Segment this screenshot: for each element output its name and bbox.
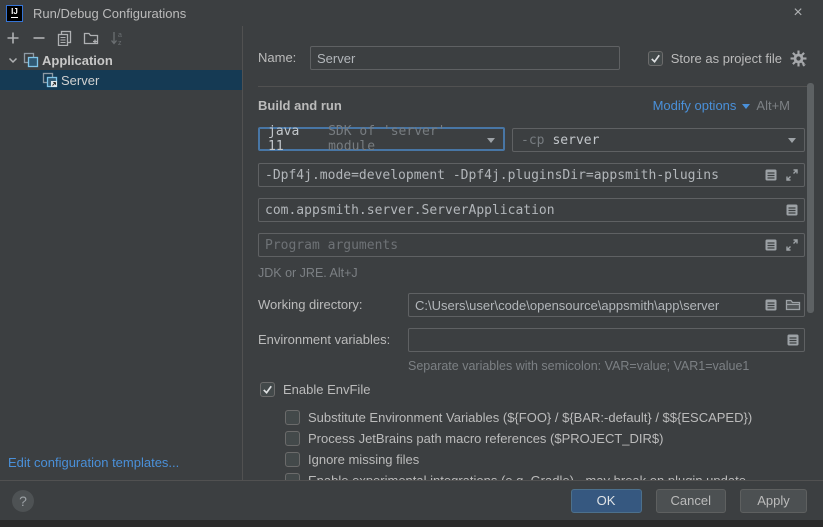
substitute-env-vars-label: Substitute Environment Variables (${FOO}…	[308, 410, 752, 425]
environment-variables-input[interactable]	[408, 328, 805, 352]
enable-envfile-row: Enable EnvFile	[260, 382, 370, 397]
store-as-project-file-label: Store as project file	[671, 51, 782, 66]
cancel-button[interactable]: Cancel	[656, 489, 726, 513]
ignore-missing-files-row: Ignore missing files	[285, 452, 419, 467]
working-directory-input[interactable]	[408, 293, 805, 317]
sidebar-item-application-group[interactable]: Application	[0, 50, 242, 70]
intellij-logo-icon: IJ	[6, 5, 23, 22]
experimental-integrations-label: Enable experimental integrations (e.g. G…	[308, 473, 746, 480]
vertical-scrollbar-thumb[interactable]	[807, 83, 814, 313]
dialog-footer: ? OK Cancel Apply	[0, 480, 823, 520]
help-button[interactable]: ?	[12, 490, 34, 512]
svg-text:z: z	[118, 40, 122, 46]
store-as-project-file-checkbox[interactable]	[648, 51, 663, 66]
sort-configurations-icon[interactable]: az	[109, 30, 125, 46]
store-as-project-file-row: Store as project file	[648, 50, 807, 67]
background-window-strip	[0, 520, 823, 527]
dialog-title: Run/Debug Configurations	[33, 6, 186, 21]
name-input[interactable]	[310, 46, 620, 70]
browse-folder-icon[interactable]	[785, 297, 801, 313]
gear-icon[interactable]	[790, 50, 807, 67]
enable-envfile-label: Enable EnvFile	[283, 382, 370, 397]
section-divider	[258, 86, 807, 87]
experimental-integrations-row: Enable experimental integrations (e.g. G…	[285, 473, 746, 480]
svg-text:a: a	[118, 32, 122, 39]
sidebar-toolbar: az	[0, 26, 242, 50]
expand-window-icon[interactable]	[784, 237, 800, 253]
expand-field-icon[interactable]	[784, 202, 800, 218]
path-macro-label: Process JetBrains path macro references …	[308, 431, 663, 446]
enable-envfile-checkbox[interactable]	[260, 382, 275, 397]
edit-configuration-templates-link[interactable]: Edit configuration templates...	[8, 455, 179, 470]
jdk-combo[interactable]: java 11 SDK of 'server' module	[258, 127, 505, 151]
ignore-missing-files-label: Ignore missing files	[308, 452, 419, 467]
expand-field-icon[interactable]	[763, 167, 779, 183]
classpath-module-combo[interactable]: -cp server	[512, 128, 805, 152]
environment-variables-label: Environment variables:	[258, 328, 390, 352]
working-directory-label: Working directory:	[258, 293, 363, 317]
copy-configuration-icon[interactable]	[57, 30, 73, 46]
apply-button[interactable]: Apply	[740, 489, 807, 513]
environment-variables-hint: Separate variables with semicolon: VAR=v…	[408, 359, 749, 373]
vm-options-input[interactable]	[258, 163, 805, 187]
application-icon	[23, 52, 39, 68]
program-arguments-input[interactable]	[258, 233, 805, 257]
chevron-down-icon	[788, 138, 796, 143]
cp-value: server	[552, 133, 599, 148]
jdk-hint: JDK or JRE. Alt+J	[258, 266, 358, 280]
expand-field-icon[interactable]	[763, 297, 779, 313]
remove-configuration-icon[interactable]	[31, 30, 47, 46]
configuration-form: Name: Store as project file	[244, 26, 823, 480]
substitute-env-vars-checkbox[interactable]	[285, 410, 300, 425]
path-macro-checkbox[interactable]	[285, 431, 300, 446]
ignore-missing-files-checkbox[interactable]	[285, 452, 300, 467]
cp-flag: -cp	[521, 133, 544, 148]
server-configuration-icon	[42, 72, 58, 88]
substitute-env-vars-row: Substitute Environment Variables (${FOO}…	[285, 410, 752, 425]
sidebar-item-server[interactable]: Server	[0, 70, 242, 90]
expand-window-icon[interactable]	[784, 167, 800, 183]
chevron-down-icon	[742, 104, 750, 109]
modify-options-shortcut: Alt+M	[756, 98, 790, 113]
jdk-combo-annotation: SDK of 'server' module	[328, 124, 495, 154]
chevron-down-icon[interactable]	[5, 52, 21, 68]
expand-field-icon[interactable]	[763, 237, 779, 253]
path-macro-row: Process JetBrains path macro references …	[285, 431, 663, 446]
close-icon[interactable]: ×	[789, 4, 807, 22]
modify-options-link[interactable]: Modify options	[653, 98, 737, 113]
add-configuration-icon[interactable]	[5, 30, 21, 46]
title-bar: IJ Run/Debug Configurations ×	[0, 0, 823, 26]
chevron-down-icon	[487, 138, 495, 143]
new-folder-icon[interactable]	[83, 30, 99, 46]
server-item-label: Server	[61, 73, 99, 88]
configurations-sidebar: az Application Server Edit configuration…	[0, 26, 243, 480]
modify-options-row: Modify options Alt+M	[653, 98, 790, 113]
application-group-label: Application	[42, 53, 113, 68]
build-and-run-heading: Build and run	[258, 98, 342, 113]
main-class-input[interactable]	[258, 198, 805, 222]
expand-field-icon[interactable]	[785, 332, 801, 348]
experimental-integrations-checkbox[interactable]	[285, 473, 300, 480]
run-debug-configurations-dialog: IJ Run/Debug Configurations × az	[0, 0, 823, 527]
ok-button[interactable]: OK	[571, 489, 642, 513]
name-label: Name:	[258, 46, 296, 70]
jdk-combo-value: java 11	[268, 124, 321, 154]
